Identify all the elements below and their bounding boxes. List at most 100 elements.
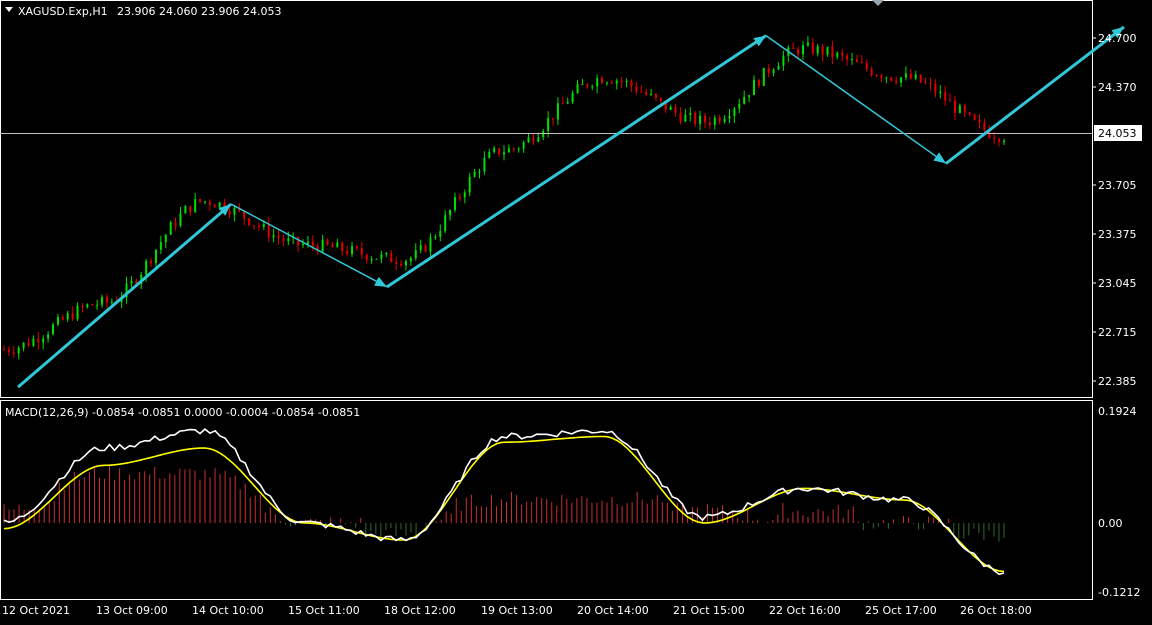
candle-body [110,301,113,303]
candle-body [32,338,35,346]
chart-canvas[interactable]: 24.053 XAGUSD.Exp,H1 23.906 24.060 23.90… [0,0,1152,621]
candle-body [414,250,417,258]
candle-body [203,201,206,203]
candle-body [194,199,197,212]
candle-body [400,263,403,266]
candle-body [875,75,878,77]
candle-body [498,148,501,155]
chart-shift-marker-icon[interactable] [872,0,884,6]
candle-body [199,199,202,202]
candle-body [434,236,437,238]
price-tick: 22.385 [1098,375,1137,388]
candle-body [267,223,270,238]
candle-body [738,103,741,109]
candle-body [566,101,569,104]
candle-body [821,46,824,55]
candle-body [674,107,677,113]
candle-body [503,152,505,155]
macd-header: MACD(12,26,9) -0.0854 -0.0851 0.0000 -0.… [5,406,360,419]
candle-body [909,73,912,79]
zigzag-arrows [17,25,1125,389]
time-label: 12 Oct 2021 [2,604,70,617]
candle-body [257,225,260,227]
macd-histogram [3,466,1005,542]
candle-body [571,92,574,102]
macd-signal-line [3,435,1005,573]
candle-body [958,105,961,113]
candle-body [983,122,986,131]
candle-body [610,82,613,84]
candle-body [169,222,172,235]
candle-body [757,80,760,86]
candle-body [689,112,692,115]
candle-body [890,77,893,81]
candle-body [900,77,903,83]
candle-body [302,244,305,246]
candle-body [184,206,187,214]
candle-body [66,313,69,320]
candle-body [248,218,251,226]
candle-body [52,324,55,335]
candle-body [939,91,942,94]
candle-body [679,112,682,122]
candle-body [552,118,555,120]
candle-body [806,42,809,46]
price-tick: 24.700 [1098,32,1137,45]
candle-body [556,103,559,120]
candle-body [620,80,623,82]
candle-body [272,235,275,238]
macd-main-line [3,428,1005,576]
candle-body [306,241,309,245]
time-label: 18 Oct 12:00 [384,604,456,617]
candle-body [586,84,589,87]
candle-body [355,246,358,249]
zigzag-arrowhead-icon [933,152,946,164]
zigzag-arrow-line [945,25,1125,165]
candle-body [297,236,300,246]
candle-body [130,280,133,284]
candle-body [7,349,10,353]
candle-body [645,91,648,95]
candle-body [42,338,45,343]
price-tick: 23.375 [1098,228,1137,241]
candle-body [860,62,863,64]
zigzag-arrow-line [386,34,767,289]
macd-tick: 0.1924 [1098,405,1137,418]
candle-body [591,86,594,88]
chart-window[interactable]: 24.053 XAGUSD.Exp,H1 23.906 24.060 23.90… [0,0,1152,621]
candle-body [390,252,393,263]
time-label: 14 Oct 10:00 [192,604,264,617]
candle-body [262,223,265,227]
candle-body [253,225,255,227]
candle-body [488,151,491,158]
candle-body [576,84,579,93]
candle-body [924,82,927,84]
candle-body [159,242,162,250]
candle-body [851,59,854,61]
candle-body [978,119,981,123]
candle-body [630,81,633,87]
candle-body [61,317,64,320]
candle-body [767,67,770,74]
candle-body [640,91,643,93]
candle-body [444,215,447,232]
candle-body [56,317,59,325]
candle-body [12,352,15,354]
candle-body [453,197,456,211]
candle-body [458,197,461,199]
candle-body [527,137,530,143]
macd-axis: 0.1924 0.00 -0.1212 [1098,405,1140,599]
candle-body [37,338,40,343]
collapse-triangle-icon[interactable] [5,7,13,12]
candle-body [865,62,868,70]
candle-body [233,207,236,215]
candle-body [659,97,662,101]
candle-body [483,157,486,172]
candle-body [370,258,373,261]
candle-body [86,304,89,308]
candle-body [439,231,442,237]
current-price-label: 24.053 [1098,127,1137,140]
time-label: 15 Oct 11:00 [288,604,360,617]
candle-body [311,241,314,246]
candle-body [836,52,839,57]
